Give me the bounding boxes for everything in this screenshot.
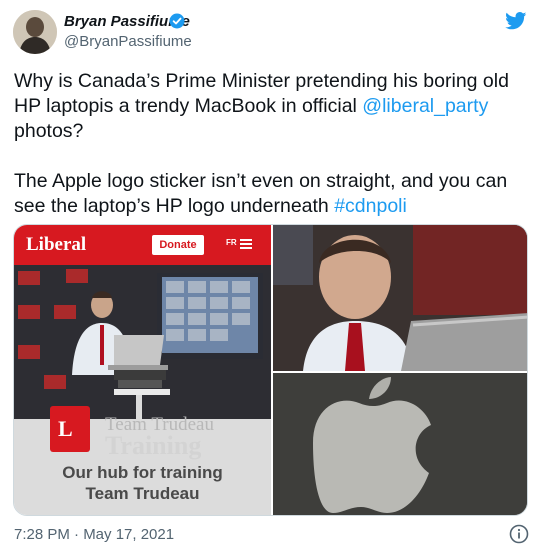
liberal-logo: Liberal [26,234,87,255]
training-label: Training [105,431,202,460]
avatar[interactable] [13,10,57,54]
info-icon[interactable] [509,524,529,544]
timestamp[interactable]: 7:28 PM · May 17, 2021 [14,526,174,543]
tweet-text-part: photos? [14,120,84,142]
donate-button: Donate [152,235,204,255]
twitter-bird-icon[interactable] [505,12,527,30]
hub-text-line1: Our hub for training [62,463,223,482]
liberal-book-icon: L [50,406,90,452]
user-handle[interactable]: @BryanPassifiume [64,33,192,50]
hub-text-line2: Team Trudeau [85,484,200,503]
tweet-paragraph-1: Why is Canada’s Prime Minister pretendin… [14,69,529,144]
verified-badge-icon [169,13,185,29]
tweet-paragraph-2: The Apple logo sticker isn’t even on str… [14,169,529,219]
tweet-text-part: The Apple logo sticker isn’t even on str… [14,170,508,217]
hashtag-link[interactable]: #cdnpoli [334,195,407,217]
mention-link[interactable]: @liberal_party [362,95,488,117]
tweet-card: Bryan Passifiume @BryanPassifiume Why is… [0,0,541,553]
trudeau-laptop-photo [14,265,271,419]
media-image-trudeau-closeup[interactable] [273,225,527,371]
language-toggle: FR [226,238,237,247]
media-image-liberal-site[interactable]: Liberal Donate FR L Team Trudeau Trainin… [14,225,271,515]
media-image-apple-sticker[interactable] [273,373,527,515]
liberal-l-glyph: L [58,416,73,441]
hamburger-menu-icon [240,239,252,249]
media-grid: Liberal Donate FR L Team Trudeau Trainin… [13,224,528,516]
tweet-text: Why is Canada’s Prime Minister pretendin… [14,69,529,219]
trudeau-closeup-photo [273,225,527,371]
apple-logo-closeup-photo [273,373,527,515]
liberal-header-bar: Liberal Donate FR [14,225,271,265]
